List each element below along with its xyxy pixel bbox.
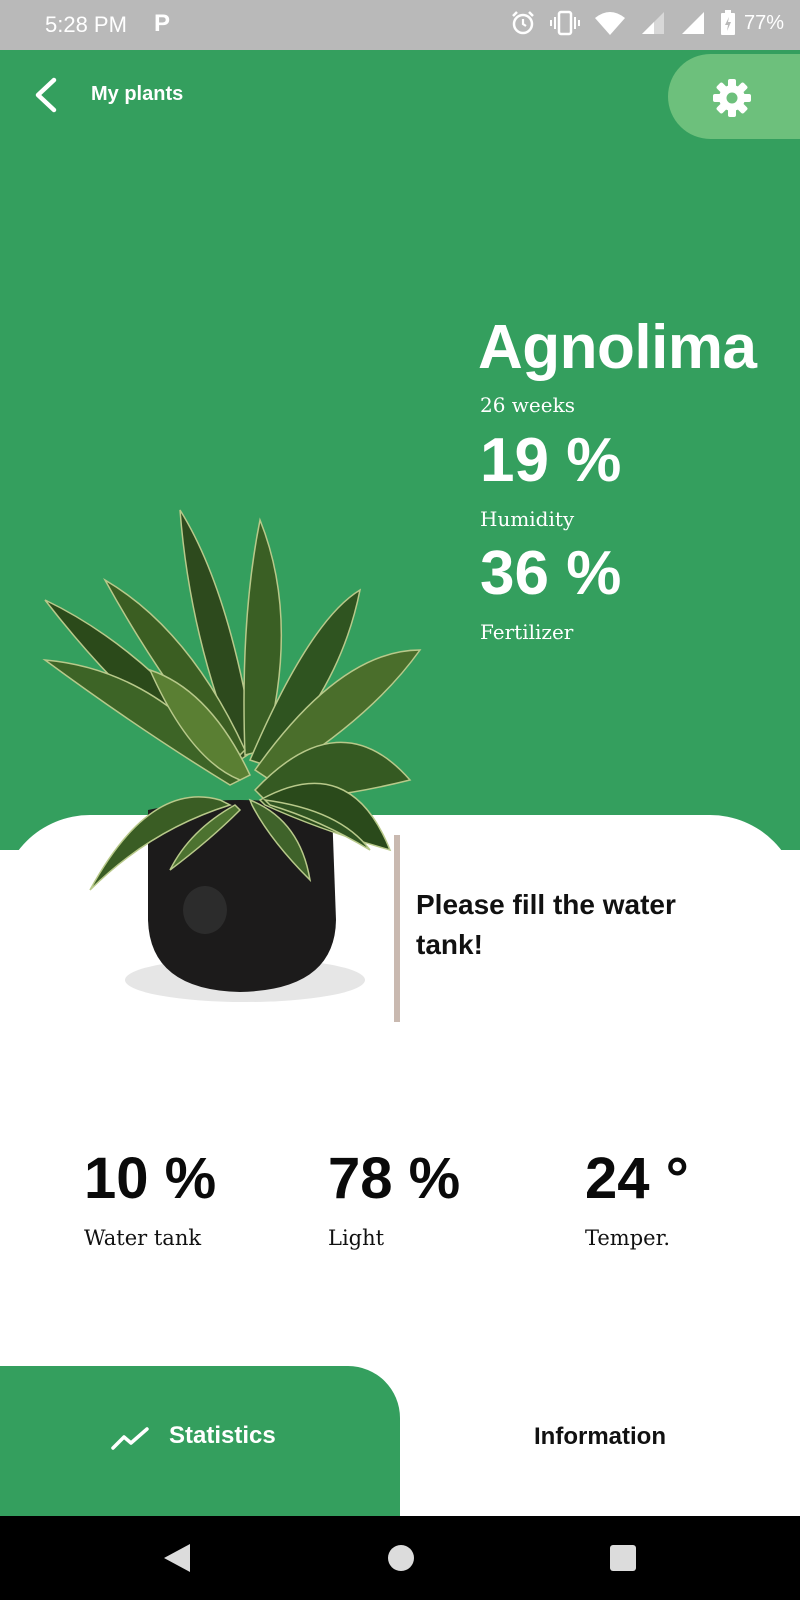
header-title[interactable]: My plants <box>91 83 183 106</box>
signal-icon <box>681 12 704 34</box>
trend-line-icon <box>111 1427 149 1450</box>
status-bar: 5:28 PM P 77% <box>0 0 800 50</box>
metric-value: 24 ° <box>585 1146 689 1211</box>
status-time: 5:28 PM <box>45 12 127 37</box>
metric-light: 78 % Light <box>328 1146 461 1251</box>
metric-label: Water tank <box>84 1226 202 1250</box>
vibrate-icon <box>549 10 580 36</box>
recents-square-icon[interactable] <box>608 1542 638 1574</box>
tab-statistics-label: Statistics <box>169 1422 276 1449</box>
fertilizer-label: Fertilizer <box>480 620 574 644</box>
home-circle-icon[interactable] <box>386 1542 416 1574</box>
signal-icon <box>641 12 664 34</box>
chevron-left-icon <box>35 77 57 113</box>
plant-age: 26 weeks <box>480 393 575 417</box>
plant-name: Agnolima <box>478 313 757 382</box>
metric-label: Light <box>328 1226 385 1250</box>
back-button[interactable] <box>28 75 68 115</box>
wifi-icon <box>594 12 625 35</box>
battery-percent: 77% <box>743 11 784 34</box>
status-icons: 77% <box>510 10 784 36</box>
battery-icon <box>720 10 735 35</box>
tab-statistics[interactable]: Statistics <box>0 1366 400 1516</box>
metric-value: 78 % <box>328 1146 461 1211</box>
metric-label: Temper. <box>585 1226 670 1250</box>
humidity-value: 19 % <box>480 426 622 495</box>
back-triangle-icon[interactable] <box>162 1542 192 1574</box>
tab-information-label: Information <box>534 1423 666 1450</box>
humidity-label: Humidity <box>480 507 575 531</box>
metric-temperature: 24 ° Temper. <box>585 1146 689 1251</box>
app-badge-icon: P <box>154 10 171 37</box>
gear-icon <box>713 79 751 117</box>
tab-information[interactable]: Information <box>400 1366 800 1516</box>
system-nav-bar <box>0 1516 800 1600</box>
metric-value: 10 % <box>84 1146 217 1211</box>
fertilizer-value: 36 % <box>480 539 622 608</box>
water-tank-alert: Please fill the water tank! <box>416 889 676 960</box>
metric-water-tank: 10 % Water tank <box>84 1146 217 1251</box>
alarm-icon <box>512 11 534 35</box>
settings-button[interactable] <box>668 54 800 139</box>
plant-illustration <box>42 509 422 1002</box>
